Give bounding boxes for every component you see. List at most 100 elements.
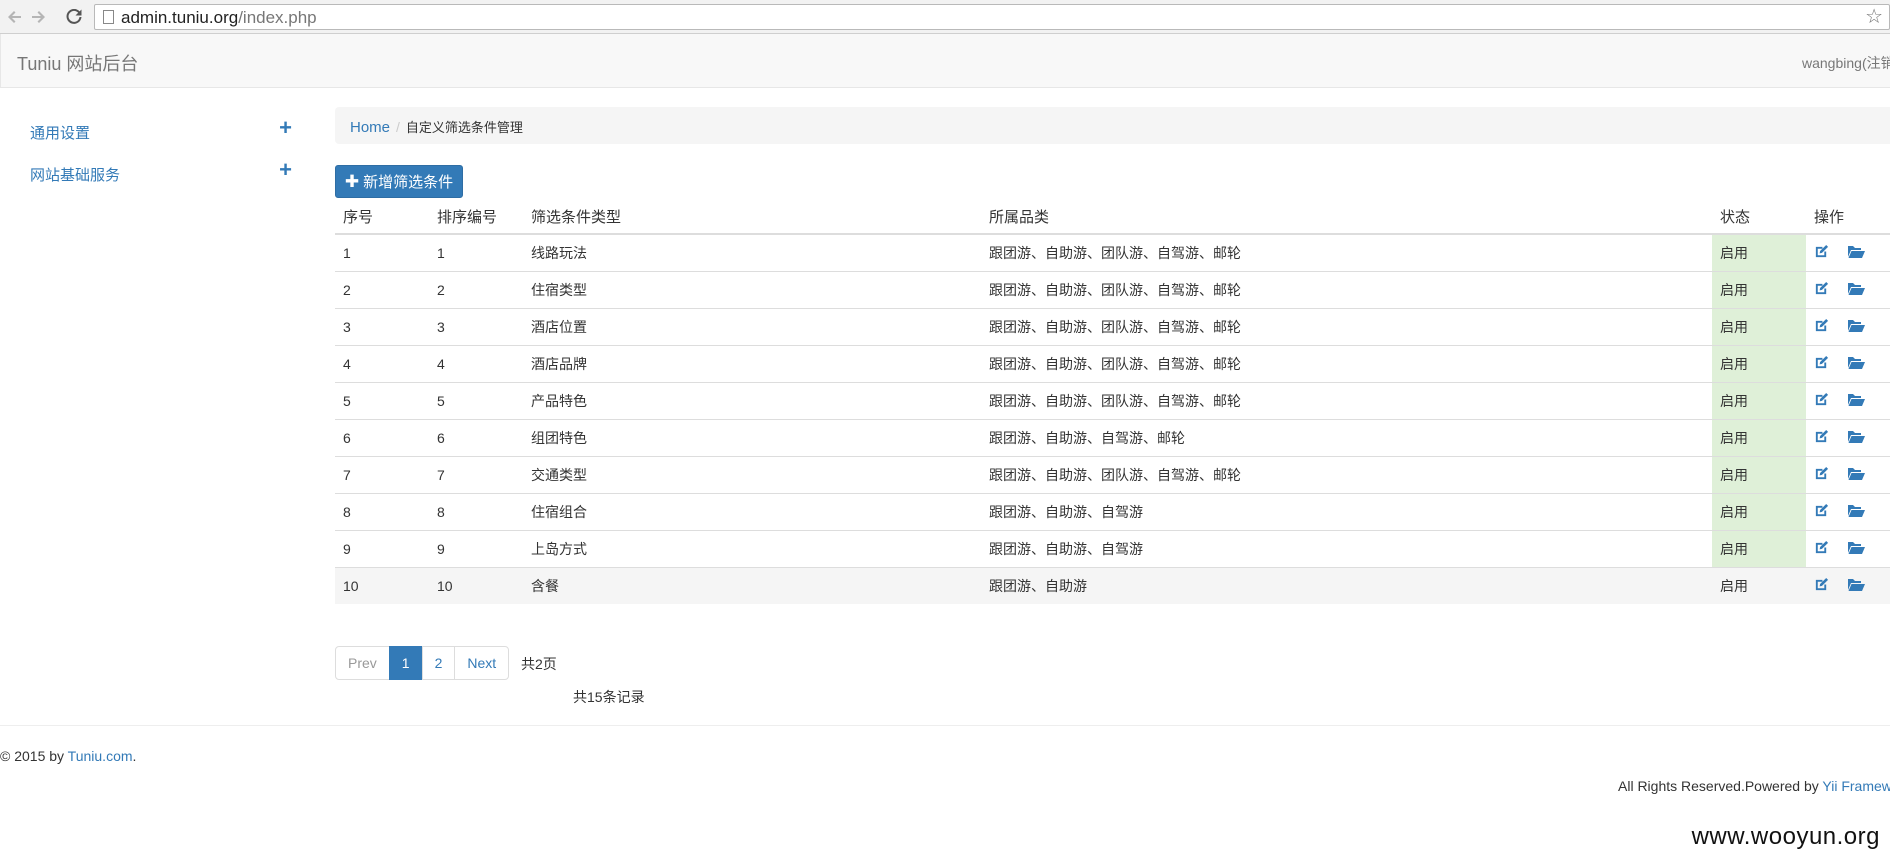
cell-order: 7 — [429, 455, 523, 493]
powered-by-text: All Rights Reserved.Powered by Yii Frame… — [1618, 778, 1890, 794]
cell-status: 启用 — [1712, 566, 1806, 604]
reload-icon[interactable] — [63, 6, 85, 28]
prev-page-button[interactable]: Prev — [335, 646, 390, 680]
cell-id: 10 — [335, 566, 429, 604]
edit-icon[interactable] — [1814, 281, 1829, 299]
cell-actions — [1806, 418, 1890, 456]
edit-icon[interactable] — [1814, 318, 1829, 336]
header-actions: 操作 — [1806, 199, 1890, 235]
cell-category: 跟团游、自助游、团队游、自驾游、邮轮 — [981, 233, 1712, 271]
table-row: 2 2 住宿类型 跟团游、自助游、团队游、自驾游、邮轮 启用 — [335, 270, 1890, 308]
table-row: 1 1 线路玩法 跟团游、自助游、团队游、自驾游、邮轮 启用 — [335, 233, 1890, 271]
folder-open-icon[interactable] — [1847, 540, 1865, 558]
cell-type: 酒店品牌 — [523, 344, 981, 382]
edit-icon[interactable] — [1814, 429, 1829, 447]
edit-icon[interactable] — [1814, 466, 1829, 484]
folder-open-icon[interactable] — [1847, 318, 1865, 336]
cell-status: 启用 — [1712, 233, 1806, 271]
plus-icon: ✚ — [344, 171, 360, 191]
add-filter-label: 新增筛选条件 — [363, 174, 454, 191]
edit-icon[interactable] — [1814, 392, 1829, 410]
header-order[interactable]: 排序编号 — [429, 199, 523, 235]
brand-link[interactable]: Tuniu 网站后台 — [17, 50, 138, 76]
cell-category: 跟团游、自助游、自驾游 — [981, 492, 1712, 530]
cell-id: 6 — [335, 418, 429, 456]
cell-category: 跟团游、自助游、团队游、自驾游、邮轮 — [981, 307, 1712, 345]
plus-icon[interactable]: + — [279, 117, 292, 139]
table-row: 6 6 组团特色 跟团游、自助游、自驾游、邮轮 启用 — [335, 418, 1890, 456]
cell-type: 住宿类型 — [523, 270, 981, 308]
header-status[interactable]: 状态 — [1712, 199, 1806, 235]
table-row: 9 9 上岛方式 跟团游、自助游、自驾游 启用 — [335, 529, 1890, 567]
page-icon — [103, 10, 114, 24]
breadcrumb-current: 自定义筛选条件管理 — [405, 120, 523, 135]
sidebar-item-label[interactable]: 网站基础服务 — [30, 164, 120, 185]
cell-type: 组团特色 — [523, 418, 981, 456]
sidebar-item-general-settings[interactable]: 通用设置 + — [30, 116, 292, 144]
page-1-button[interactable]: 1 — [388, 646, 423, 680]
copyright-text: © 2015 by Tuniu.com. — [0, 748, 137, 764]
cell-type: 住宿组合 — [523, 492, 981, 530]
edit-icon[interactable] — [1814, 503, 1829, 521]
breadcrumb: Home / 自定义筛选条件管理 — [335, 107, 1890, 144]
add-filter-button[interactable]: ✚ 新增筛选条件 — [335, 165, 463, 198]
cell-category: 跟团游、自助游、团队游、自驾游、邮轮 — [981, 381, 1712, 419]
folder-open-icon[interactable] — [1847, 281, 1865, 299]
cell-category: 跟团游、自助游、团队游、自驾游、邮轮 — [981, 455, 1712, 493]
forward-arrow-icon[interactable] — [27, 6, 49, 28]
edit-icon[interactable] — [1814, 244, 1829, 262]
edit-icon[interactable] — [1814, 355, 1829, 373]
cell-type: 含餐 — [523, 566, 981, 604]
folder-open-icon[interactable] — [1847, 244, 1865, 262]
sidebar-item-site-services[interactable]: 网站基础服务 + — [30, 158, 292, 186]
cell-category: 跟团游、自助游、团队游、自驾游、邮轮 — [981, 270, 1712, 308]
cell-status: 启用 — [1712, 455, 1806, 493]
page-2-button[interactable]: 2 — [421, 646, 456, 680]
tuniu-link[interactable]: Tuniu.com — [68, 748, 133, 764]
cell-order: 2 — [429, 270, 523, 308]
cell-id: 1 — [335, 233, 429, 271]
filter-table: 序号 排序编号 筛选条件类型 所属品类 状态 操作 1 1 线路玩法 跟团游、自助游、… — [335, 199, 1890, 604]
cell-order: 9 — [429, 529, 523, 567]
header-id[interactable]: 序号 — [335, 199, 429, 235]
edit-icon[interactable] — [1814, 577, 1829, 595]
folder-open-icon[interactable] — [1847, 392, 1865, 410]
cell-actions — [1806, 492, 1890, 530]
breadcrumb-home-link[interactable]: Home — [350, 119, 390, 136]
star-icon[interactable]: ☆ — [1865, 7, 1883, 27]
cell-order: 3 — [429, 307, 523, 345]
edit-icon[interactable] — [1814, 540, 1829, 558]
cell-id: 9 — [335, 529, 429, 567]
cell-order: 10 — [429, 566, 523, 604]
cell-status: 启用 — [1712, 307, 1806, 345]
table-row: 5 5 产品特色 跟团游、自助游、团队游、自驾游、邮轮 启用 — [335, 381, 1890, 419]
folder-open-icon[interactable] — [1847, 466, 1865, 484]
cell-status: 启用 — [1712, 344, 1806, 382]
user-logout-link[interactable]: wangbing(注销) — [1802, 53, 1890, 73]
cell-id: 8 — [335, 492, 429, 530]
breadcrumb-separator: / — [396, 119, 400, 135]
table-row: 7 7 交通类型 跟团游、自助游、团队游、自驾游、邮轮 启用 — [335, 455, 1890, 493]
header-type[interactable]: 筛选条件类型 — [523, 199, 981, 235]
cell-actions — [1806, 381, 1890, 419]
table-row: 4 4 酒店品牌 跟团游、自助游、团队游、自驾游、邮轮 启用 — [335, 344, 1890, 382]
sidebar-item-label[interactable]: 通用设置 — [30, 122, 90, 143]
folder-open-icon[interactable] — [1847, 355, 1865, 373]
folder-open-icon[interactable] — [1847, 503, 1865, 521]
cell-category: 跟团游、自助游、自驾游 — [981, 529, 1712, 567]
plus-icon[interactable]: + — [279, 159, 292, 181]
cell-id: 3 — [335, 307, 429, 345]
app-navbar: Tuniu 网站后台 wangbing(注销) — [0, 34, 1890, 88]
folder-open-icon[interactable] — [1847, 429, 1865, 447]
folder-open-icon[interactable] — [1847, 577, 1865, 595]
cell-id: 5 — [335, 381, 429, 419]
cell-actions — [1806, 307, 1890, 345]
cell-order: 4 — [429, 344, 523, 382]
cell-actions — [1806, 270, 1890, 308]
cell-category: 跟团游、自助游 — [981, 566, 1712, 604]
yii-framework-link[interactable]: Yii Framework — [1822, 778, 1890, 794]
address-bar[interactable]: admin.tuniu.org/index.php ☆ — [94, 4, 1890, 30]
back-arrow-icon[interactable] — [4, 6, 26, 28]
header-category[interactable]: 所属品类 — [981, 199, 1712, 235]
next-page-button[interactable]: Next — [454, 646, 510, 680]
